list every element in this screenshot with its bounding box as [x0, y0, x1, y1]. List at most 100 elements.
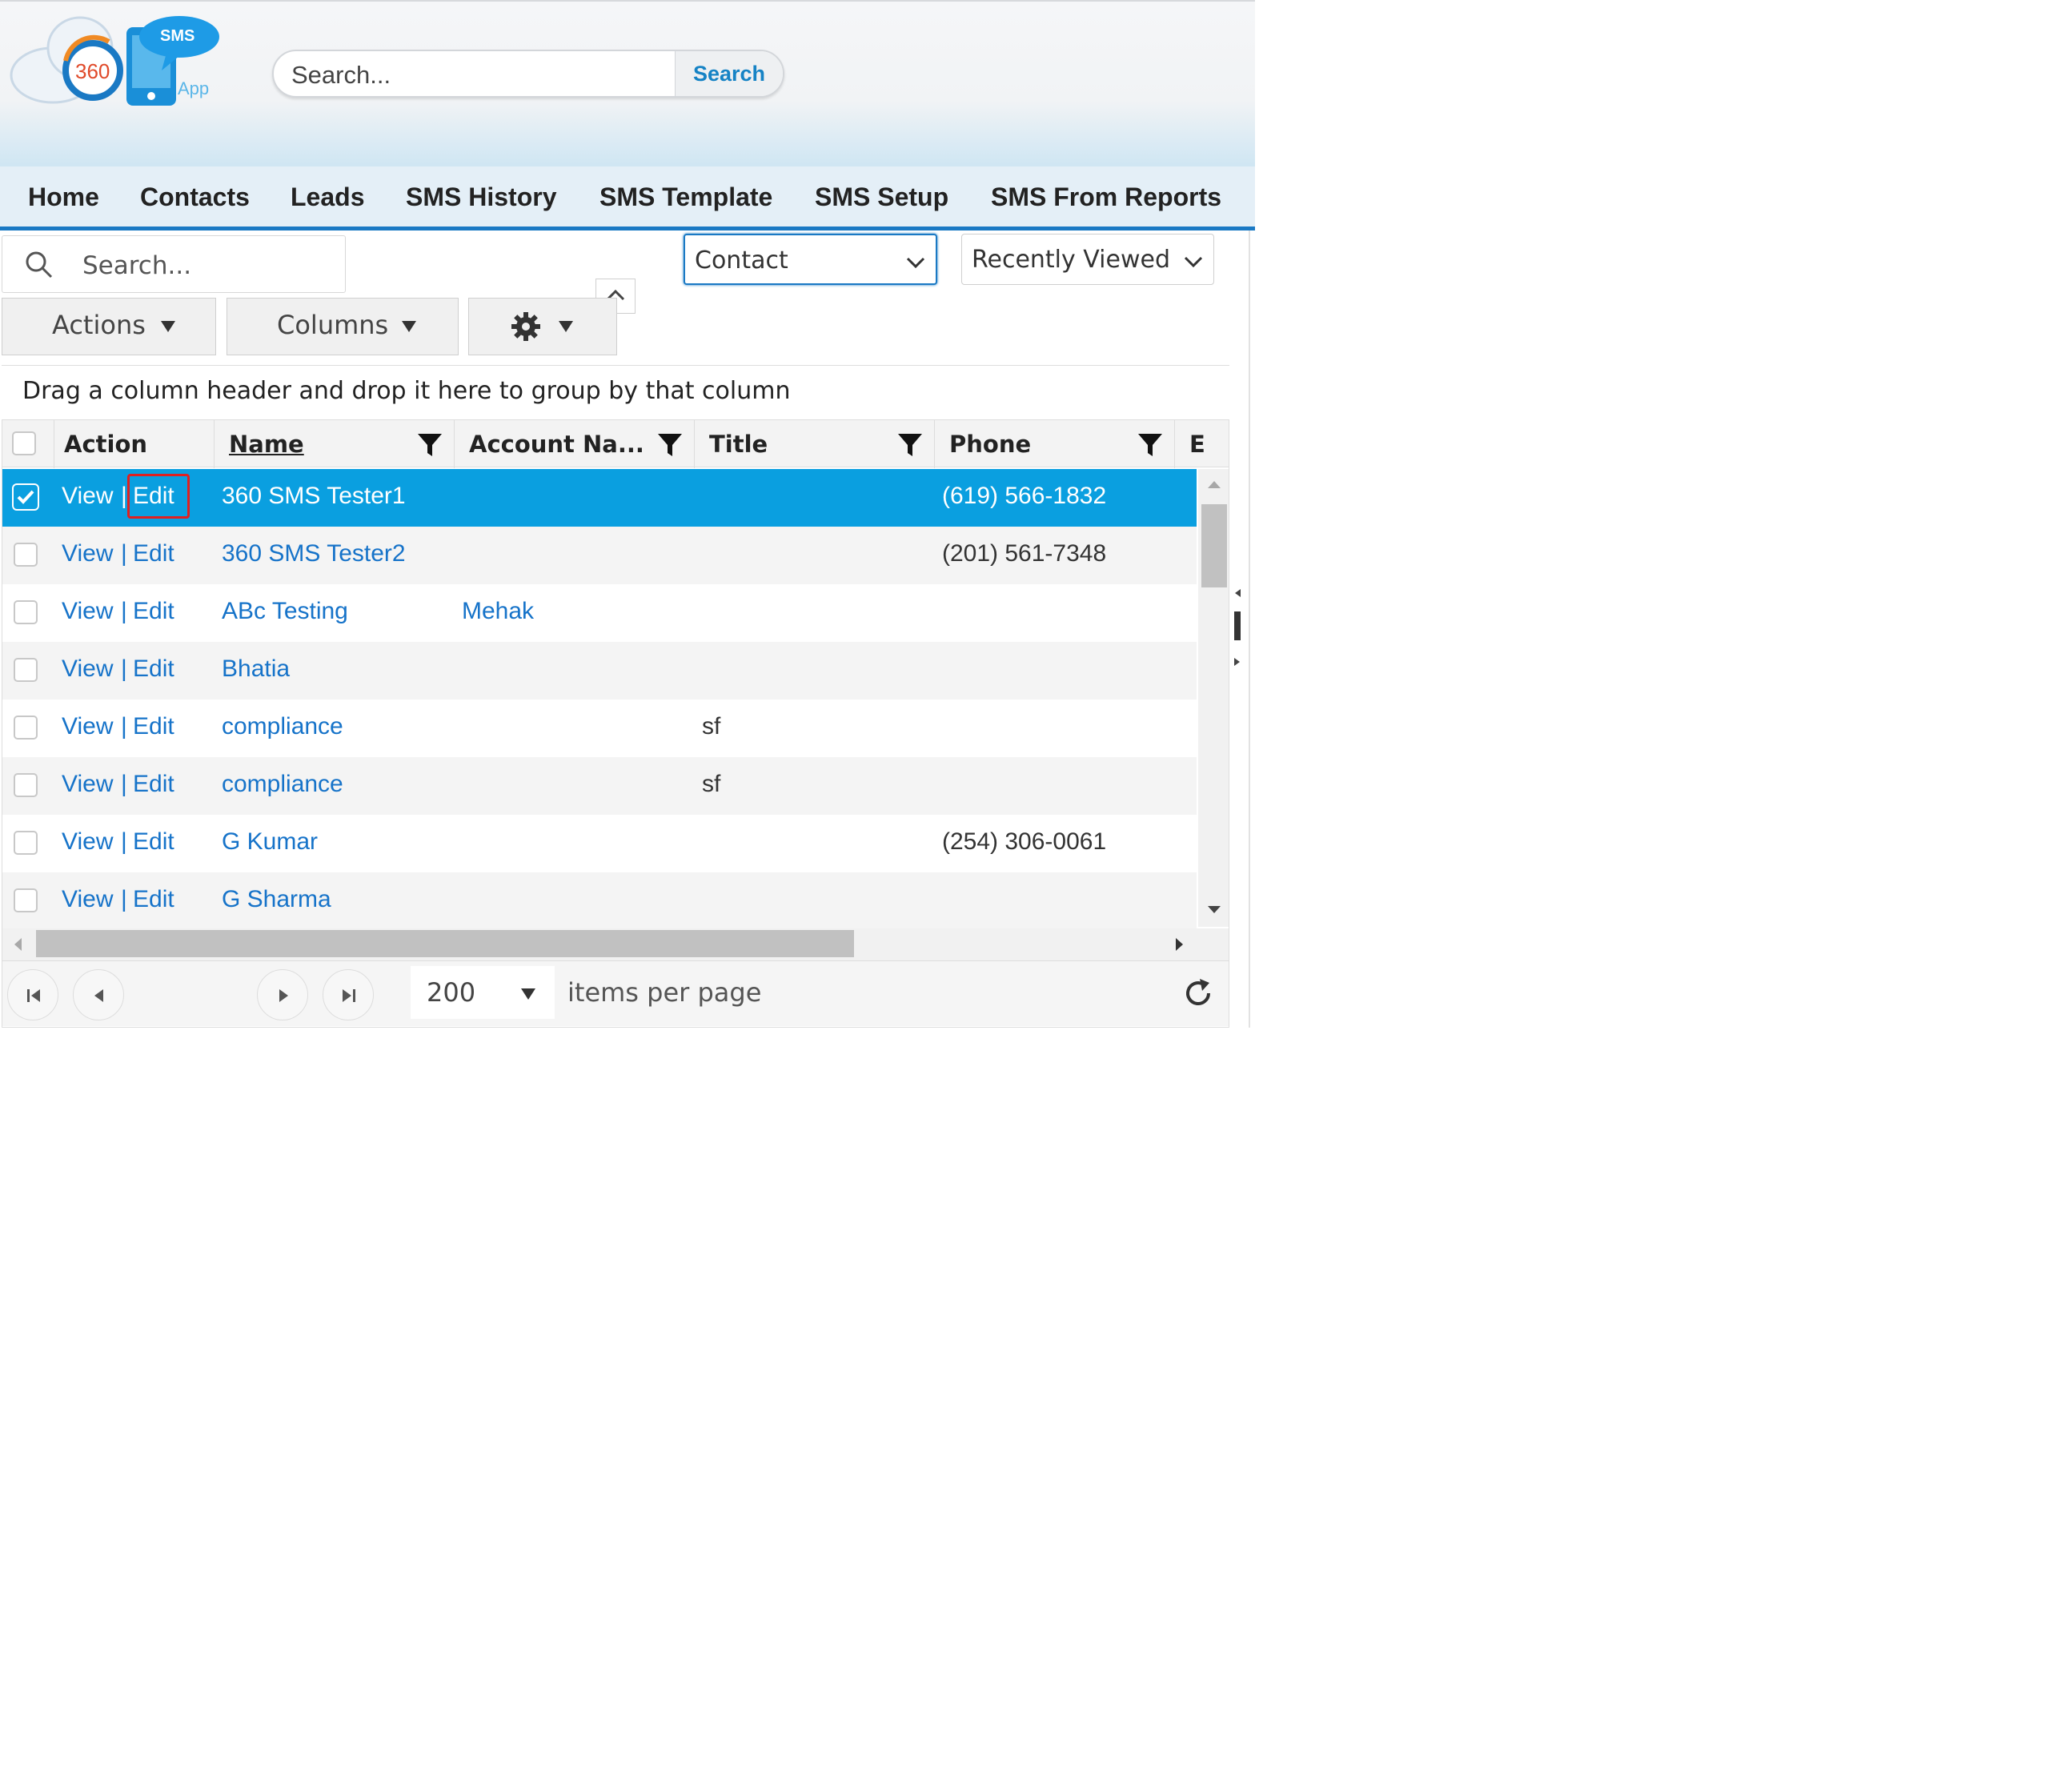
view-select-value: Recently Viewed Contacts — [972, 246, 1178, 274]
row-checkbox[interactable] — [14, 831, 38, 855]
side-arrow-left-icon[interactable] — [1233, 587, 1242, 599]
edit-link[interactable]: Edit — [133, 598, 174, 625]
table-row[interactable]: View | Edit 360 SMS Tester1 (619) 566-1832 — [2, 469, 1197, 527]
filter-icon[interactable] — [657, 431, 683, 463]
view-link[interactable]: View — [62, 483, 113, 510]
select-all-cell — [2, 420, 54, 468]
table-row[interactable]: View | Edit G Sharma — [2, 872, 1197, 930]
chevron-down-icon — [1183, 249, 1204, 277]
contact-name-link[interactable]: ABc Testing — [222, 598, 348, 625]
contact-name-link[interactable]: G Kumar — [222, 828, 318, 856]
last-page-button[interactable] — [323, 969, 374, 1020]
contact-name-link[interactable]: 360 SMS Tester2 — [222, 540, 406, 567]
column-header-label: Action — [64, 431, 148, 458]
actions-button[interactable]: Actions — [2, 298, 216, 355]
filter-icon[interactable] — [417, 431, 443, 463]
table-row[interactable]: View | Edit ABc Testing Mehak — [2, 584, 1197, 642]
view-link[interactable]: View — [62, 886, 113, 913]
view-link[interactable]: View — [62, 540, 113, 567]
table-row[interactable]: View | Edit compliance sf — [2, 700, 1197, 757]
row-checkbox[interactable] — [12, 483, 39, 511]
nav-item-sms-history[interactable]: SMS History — [406, 182, 556, 212]
scroll-up-icon[interactable] — [1206, 479, 1222, 490]
global-search-button[interactable]: Search — [675, 51, 783, 96]
action-separator: | — [121, 771, 127, 797]
edit-link[interactable]: Edit — [133, 828, 174, 856]
view-link[interactable]: View — [62, 828, 113, 856]
contact-name-link[interactable]: Bhatia — [222, 655, 290, 683]
nav-item-sms-setup[interactable]: SMS Setup — [815, 182, 948, 212]
scroll-right-icon[interactable] — [1174, 936, 1185, 952]
nav-item-home[interactable]: Home — [28, 182, 99, 212]
contact-name-link[interactable]: G Sharma — [222, 886, 331, 913]
columns-button[interactable]: Columns — [227, 298, 459, 355]
phone-cell[interactable]: (254) 306-0061 — [942, 828, 1106, 856]
column-header-action[interactable]: Action — [54, 420, 214, 468]
column-header-account-name[interactable]: Account Na... — [454, 420, 694, 468]
view-link[interactable]: View — [62, 655, 113, 683]
view-link[interactable]: View — [62, 771, 113, 798]
contact-name-link[interactable]: compliance — [222, 771, 343, 798]
edit-link[interactable]: Edit — [133, 655, 174, 683]
scroll-down-icon[interactable] — [1206, 904, 1222, 916]
nav-item-contacts[interactable]: Contacts — [140, 182, 250, 212]
contact-name-link[interactable]: compliance — [222, 713, 343, 740]
edit-link[interactable]: Edit — [133, 713, 174, 740]
table-row[interactable]: View | Edit compliance sf — [2, 757, 1197, 815]
first-page-button[interactable] — [7, 969, 58, 1020]
columns-label: Columns — [277, 310, 389, 340]
group-drop-area[interactable]: Drag a column header and drop it here to… — [2, 365, 1229, 419]
row-checkbox[interactable] — [14, 543, 38, 567]
column-header-email[interactable]: E — [1174, 420, 1229, 468]
app-logo[interactable]: SMS 360 App — [6, 13, 223, 109]
edit-link[interactable]: Edit — [133, 886, 174, 913]
grid-search-input[interactable] — [81, 247, 332, 284]
object-select[interactable]: Contact — [684, 234, 937, 285]
nav-item-sms-from-reports[interactable]: SMS From Reports — [991, 182, 1221, 212]
settings-button[interactable] — [468, 298, 617, 355]
next-page-button[interactable] — [257, 969, 308, 1020]
gear-icon — [511, 311, 541, 348]
table-row[interactable]: View | Edit Bhatia — [2, 642, 1197, 700]
row-checkbox[interactable] — [14, 658, 38, 682]
row-checkbox[interactable] — [14, 773, 38, 797]
vertical-scrollbar[interactable] — [1198, 469, 1229, 927]
side-arrow-right-icon[interactable] — [1233, 656, 1242, 667]
edit-link[interactable]: Edit — [133, 771, 174, 798]
global-search-input[interactable] — [290, 56, 677, 94]
side-scroll-handle[interactable] — [1234, 611, 1241, 640]
view-select[interactable]: Recently Viewed Contacts — [961, 234, 1214, 285]
column-header-label: Phone — [949, 431, 1032, 458]
table-row[interactable]: View | Edit G Kumar (254) 306-0061 — [2, 815, 1197, 872]
row-checkbox[interactable] — [14, 888, 38, 912]
filter-icon[interactable] — [1137, 431, 1163, 463]
contact-name-link[interactable]: 360 SMS Tester1 — [222, 483, 406, 510]
column-header-title[interactable]: Title — [694, 420, 934, 468]
phone-cell[interactable]: (619) 566-1832 — [942, 483, 1106, 510]
action-separator: | — [121, 598, 127, 624]
page-size-select[interactable]: 200 — [411, 966, 555, 1019]
horizontal-scrollbar[interactable] — [2, 928, 1229, 960]
refresh-icon[interactable] — [1182, 977, 1214, 1013]
horizontal-scroll-thumb[interactable] — [36, 930, 854, 957]
column-header-name[interactable]: Name — [214, 420, 454, 468]
nav-item-sms-template[interactable]: SMS Template — [599, 182, 772, 212]
previous-page-button[interactable] — [73, 969, 124, 1020]
logo-suffix: App — [178, 78, 210, 98]
account-name-link[interactable]: Mehak — [462, 598, 534, 625]
previous-page-icon — [94, 989, 103, 1002]
vertical-scroll-thumb[interactable] — [1201, 504, 1227, 587]
phone-cell[interactable]: (201) 561-7348 — [942, 540, 1106, 567]
view-link[interactable]: View — [62, 598, 113, 625]
row-checkbox[interactable] — [14, 600, 38, 624]
nav-item-leads[interactable]: Leads — [291, 182, 364, 212]
edit-link[interactable]: Edit — [133, 540, 174, 567]
table-row[interactable]: View | Edit 360 SMS Tester2 (201) 561-7348 — [2, 527, 1197, 584]
view-link[interactable]: View — [62, 713, 113, 740]
filter-icon[interactable] — [897, 431, 923, 463]
main-nav: Home Contacts Leads SMS History SMS Temp… — [0, 166, 1255, 231]
column-header-phone[interactable]: Phone — [934, 420, 1174, 468]
scroll-left-icon[interactable] — [12, 936, 23, 952]
select-all-checkbox[interactable] — [12, 431, 36, 455]
row-checkbox[interactable] — [14, 716, 38, 740]
